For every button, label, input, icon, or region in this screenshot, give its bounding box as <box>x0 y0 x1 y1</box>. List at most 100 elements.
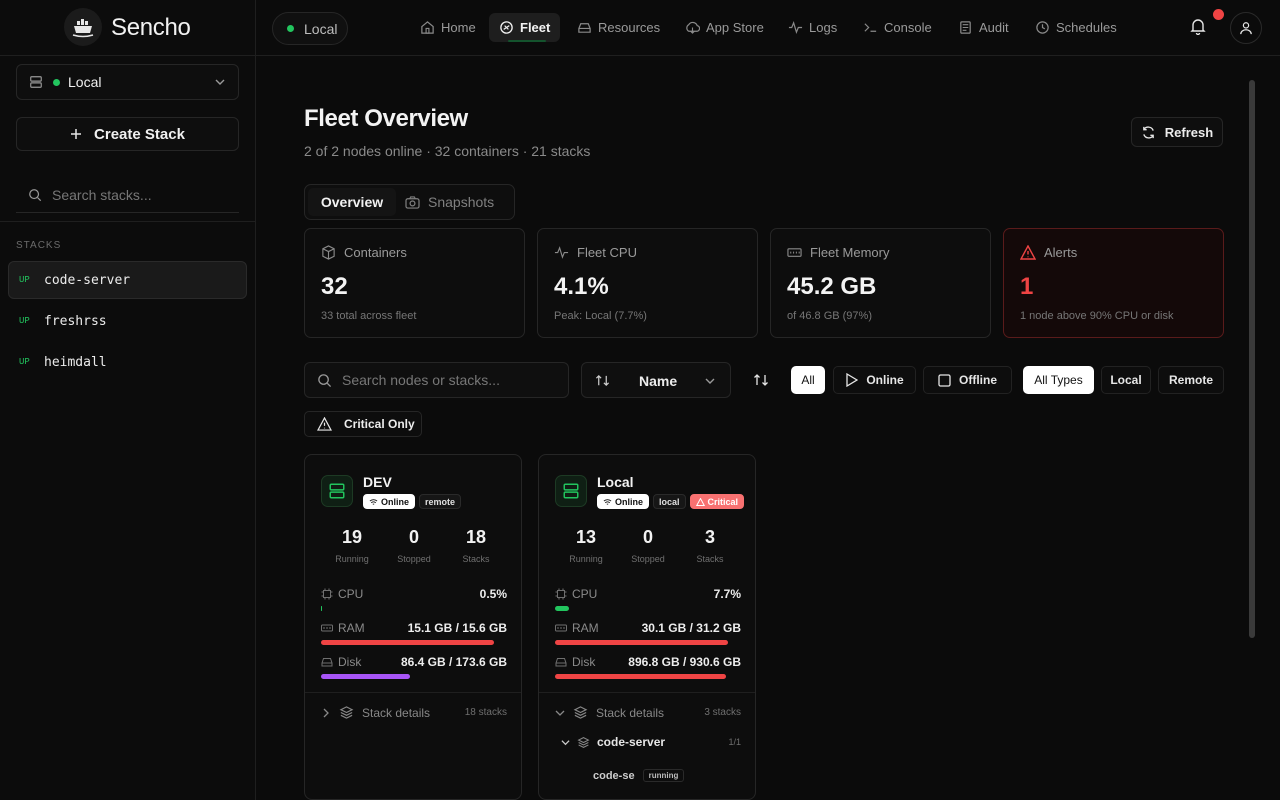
server-icon <box>555 475 587 507</box>
refresh-icon <box>1142 125 1154 139</box>
filter-type-remote[interactable]: Remote <box>1158 366 1224 394</box>
notification-badge <box>1213 9 1224 20</box>
filter-online-label: Online <box>866 373 904 387</box>
stack-row-code-server[interactable]: code-server 1/1 <box>555 735 741 749</box>
node-pill-label: Local <box>304 20 338 37</box>
disk-bar <box>321 674 499 679</box>
stack-details-toggle[interactable]: Stack details 3 stacks <box>555 705 741 720</box>
refresh-button[interactable]: Refresh <box>1131 117 1223 147</box>
nav-console[interactable]: Console <box>853 13 942 42</box>
create-stack-button[interactable]: Create Stack <box>16 117 239 151</box>
stack-name: freshrss <box>44 313 107 329</box>
stop-square-icon <box>938 373 951 387</box>
nav-home-label: Home <box>441 20 476 35</box>
nav-audit[interactable]: Audit <box>948 13 1019 42</box>
critical-only-toggle[interactable]: Critical Only <box>304 411 422 437</box>
node-card-dev[interactable]: DEV Online remote 19 Running 0 Stopped 18 S… <box>304 454 522 800</box>
audit-icon <box>958 20 973 35</box>
hard-drive-icon <box>555 656 567 668</box>
fleet-memory-label: Fleet Memory <box>810 245 890 260</box>
stacks-stat: 18 Stacks <box>445 527 507 564</box>
fleet-cpu-value: 4.1% <box>554 273 609 300</box>
fleet-memory-card: Fleet Memory 45.2 GB of 46.8 GB (97%) <box>770 228 991 338</box>
node-search-input[interactable]: Search nodes or stacks... <box>304 362 569 398</box>
nav-fleet[interactable]: Fleet <box>489 13 561 42</box>
filter-type-local[interactable]: Local <box>1101 366 1151 394</box>
chevron-down-icon <box>555 710 565 716</box>
stacks-label: Stacks <box>462 554 490 564</box>
ram-bar <box>321 640 499 645</box>
stack-status: UP <box>19 357 30 367</box>
nav-home[interactable]: Home <box>410 13 486 42</box>
ram-value: 30.1 GB / 31.2 GB <box>641 621 741 635</box>
ram-bar <box>555 640 733 645</box>
containers-label: Containers <box>344 245 407 260</box>
tab-overview[interactable]: Overview <box>308 188 396 216</box>
stack-details-count: 3 stacks <box>704 707 741 718</box>
stack-details-count: 18 stacks <box>464 707 507 718</box>
nav-resources[interactable]: Resources <box>567 13 670 42</box>
app-store-icon <box>685 20 700 35</box>
filter-type-all[interactable]: All Types <box>1023 366 1094 394</box>
ram-label: RAM <box>338 621 365 635</box>
disk-bar-fill <box>321 674 410 679</box>
tab-snapshots-label: Snapshots <box>428 194 495 210</box>
wifi-icon <box>369 498 378 505</box>
stack-details-toggle[interactable]: Stack details 18 stacks <box>321 705 507 720</box>
node-name: Local <box>597 474 634 490</box>
box-icon <box>321 245 336 260</box>
online-badge: Online <box>597 494 650 509</box>
node-card-local[interactable]: Local Online local Critical 13 Running 0 S… <box>538 454 756 800</box>
sort-select[interactable]: Name <box>581 362 731 398</box>
node-name: DEV <box>363 474 392 490</box>
online-badge-label: Online <box>615 496 644 507</box>
filter-status-online[interactable]: Online <box>833 366 916 394</box>
stack-item-freshrss[interactable]: UP freshrss <box>8 302 247 340</box>
disk-metric: Disk 86.4 GB / 173.6 GB <box>321 655 507 669</box>
alerts-label: Alerts <box>1044 245 1078 260</box>
ram-value: 15.1 GB / 15.6 GB <box>407 621 507 635</box>
stack-status: UP <box>19 275 30 285</box>
disk-metric: Disk 896.8 GB / 930.6 GB <box>555 655 741 669</box>
alerts-sub: 1 node above 90% CPU or disk <box>1020 310 1174 322</box>
plus-icon <box>71 129 82 139</box>
alert-triangle-icon <box>317 417 332 431</box>
user-menu-button[interactable] <box>1230 12 1262 44</box>
cpu-label: CPU <box>572 587 598 601</box>
fleet-cpu-label: Fleet CPU <box>577 245 637 260</box>
stack-item-code-server[interactable]: UP code-server <box>8 261 247 299</box>
nav-schedules[interactable]: Schedules <box>1025 13 1127 42</box>
container-state: running <box>642 769 685 782</box>
node-pill[interactable]: Local <box>272 12 348 45</box>
nav-app-store[interactable]: App Store <box>675 13 774 42</box>
filter-status-offline[interactable]: Offline <box>923 366 1012 394</box>
node-selector[interactable]: Local <box>16 64 239 100</box>
search-icon <box>318 373 332 387</box>
stack-search-input[interactable]: Search stacks... <box>16 177 239 213</box>
type-badge: remote <box>419 494 462 509</box>
filter-offline-label: Offline <box>959 373 997 387</box>
notifications-button[interactable] <box>1190 17 1206 35</box>
nav-logs[interactable]: Logs <box>778 13 847 42</box>
ram-label: RAM <box>572 621 599 635</box>
containers-card: Containers 32 33 total across fleet <box>304 228 525 338</box>
fleet-cpu-sub: Peak: Local (7.7%) <box>554 310 647 322</box>
layers-icon <box>577 736 590 748</box>
stacks-count: 18 <box>465 527 487 547</box>
bell-icon <box>1190 19 1206 35</box>
type-badge: local <box>653 494 686 509</box>
stack-item-heimdall[interactable]: UP heimdall <box>8 343 247 381</box>
cpu-metric: CPU 7.7% <box>555 587 741 601</box>
container-row[interactable]: code-se running <box>593 769 685 782</box>
active-nav-indicator <box>508 40 546 42</box>
filter-status-all[interactable]: All <box>791 366 825 394</box>
chevron-down-icon <box>561 739 570 745</box>
cpu-bar <box>555 606 733 611</box>
main-scrollbar[interactable] <box>1249 80 1255 638</box>
sort-direction-button[interactable] <box>743 362 779 398</box>
stack-status: UP <box>19 316 30 326</box>
tab-snapshots[interactable]: Snapshots <box>405 188 494 216</box>
stacks-count: 3 <box>704 527 715 547</box>
filter-remote-label: Remote <box>1168 373 1213 387</box>
sidebar-divider <box>0 221 256 222</box>
